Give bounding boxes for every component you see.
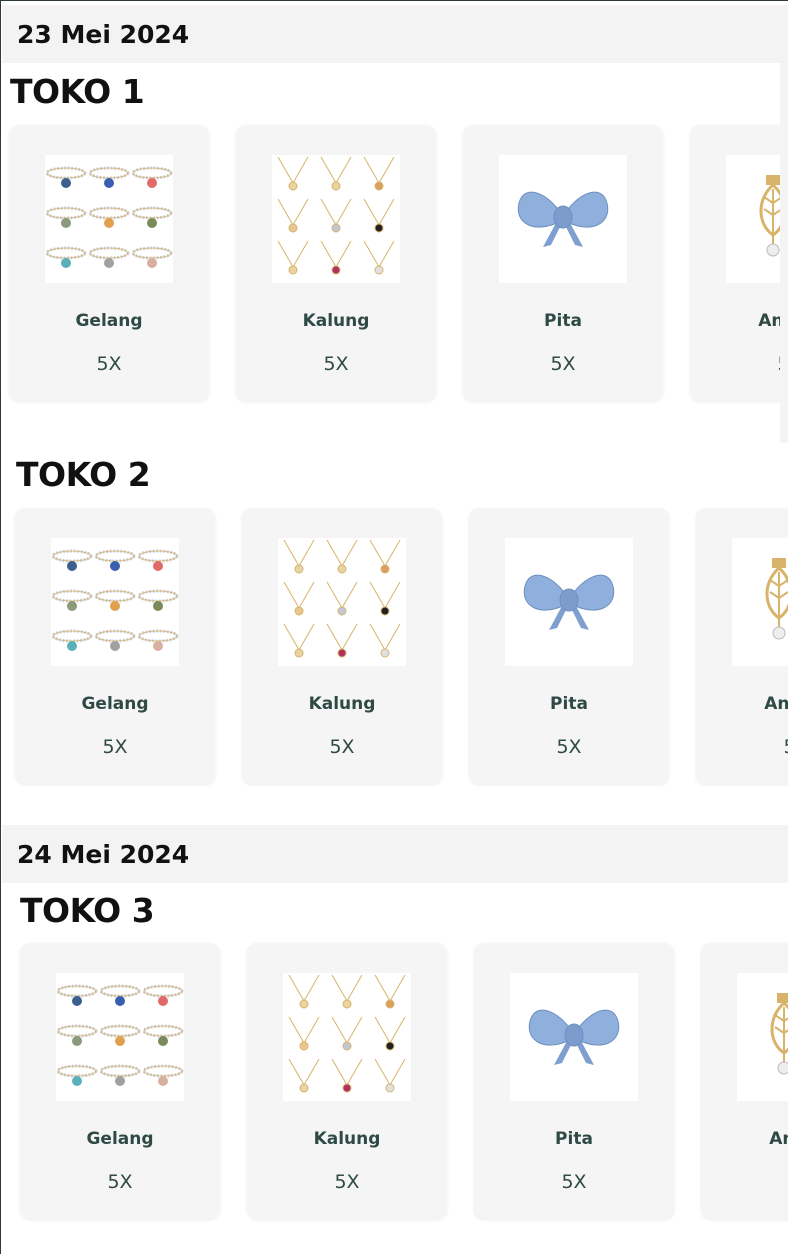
- product-name: Gelang: [81, 694, 149, 714]
- product-name: Anting: [758, 311, 781, 331]
- date-header: 23 Mei 2024: [2, 5, 788, 63]
- store-section: TOKO 3 Gelang 5X Kalung 5X Pita 5X Anti: [2, 883, 788, 1254]
- store-section: TOKO 1 Gelang 5X Kalung 5X Pita 5X Anti: [2, 64, 781, 442]
- product-quantity: 5X: [323, 353, 349, 375]
- store-title: TOKO 3: [20, 891, 155, 930]
- store-title: TOKO 2: [16, 455, 151, 494]
- app-frame: 23 Mei 2024 TOKO 1 Gelang 5X Kalung 5X P…: [0, 0, 788, 1254]
- ribbon-image: [499, 155, 627, 283]
- necklace-image: [283, 973, 411, 1101]
- product-card[interactable]: Kalung 5X: [247, 943, 447, 1219]
- product-card[interactable]: Kalung 5X: [242, 508, 442, 784]
- product-card[interactable]: Gelang 5X: [20, 943, 220, 1219]
- product-card[interactable]: Gelang 5X: [15, 508, 215, 784]
- product-card[interactable]: Anting 5X: [696, 508, 788, 784]
- product-quantity: 5X: [701, 1171, 788, 1193]
- product-quantity: 5X: [561, 1171, 587, 1193]
- store-title: TOKO 1: [10, 72, 145, 111]
- product-quantity: 5X: [334, 1171, 360, 1193]
- product-name: Gelang: [75, 311, 143, 331]
- product-name: Pita: [544, 311, 582, 331]
- product-quantity: 5X: [690, 353, 781, 375]
- product-name: Anting: [764, 694, 788, 714]
- bracelet-image: [51, 538, 179, 666]
- product-quantity: 5X: [102, 736, 128, 758]
- product-card[interactable]: Anting 5X: [701, 943, 788, 1219]
- product-quantity: 5X: [96, 353, 122, 375]
- product-name: Kalung: [313, 1129, 381, 1149]
- product-card[interactable]: Pita 5X: [469, 508, 669, 784]
- bracelet-image: [56, 973, 184, 1101]
- product-name: Kalung: [308, 694, 376, 714]
- date-header: 24 Mei 2024: [2, 825, 788, 883]
- product-card[interactable]: Gelang 5X: [9, 125, 209, 401]
- product-name: Kalung: [302, 311, 370, 331]
- necklace-image: [272, 155, 400, 283]
- product-quantity: 5X: [550, 353, 576, 375]
- store-section: TOKO 2 Gelang 5X Kalung 5X Pita 5X Anti: [2, 447, 788, 817]
- bracelet-image: [45, 155, 173, 283]
- earring-image: [737, 973, 788, 1101]
- necklace-image: [278, 538, 406, 666]
- product-name: Anting: [769, 1129, 788, 1149]
- product-name: Gelang: [86, 1129, 154, 1149]
- product-card[interactable]: Anting 5X: [690, 125, 781, 401]
- earring-image: [732, 538, 788, 666]
- product-card[interactable]: Pita 5X: [474, 943, 674, 1219]
- product-card[interactable]: Pita 5X: [463, 125, 663, 401]
- scroll-edge: [780, 63, 788, 443]
- product-quantity: 5X: [329, 736, 355, 758]
- product-name: Pita: [555, 1129, 593, 1149]
- product-card[interactable]: Kalung 5X: [236, 125, 436, 401]
- ribbon-image: [510, 973, 638, 1101]
- product-name: Pita: [550, 694, 588, 714]
- ribbon-image: [505, 538, 633, 666]
- product-quantity: 5X: [107, 1171, 133, 1193]
- product-quantity: 5X: [696, 736, 788, 758]
- product-quantity: 5X: [556, 736, 582, 758]
- earring-image: [726, 155, 781, 283]
